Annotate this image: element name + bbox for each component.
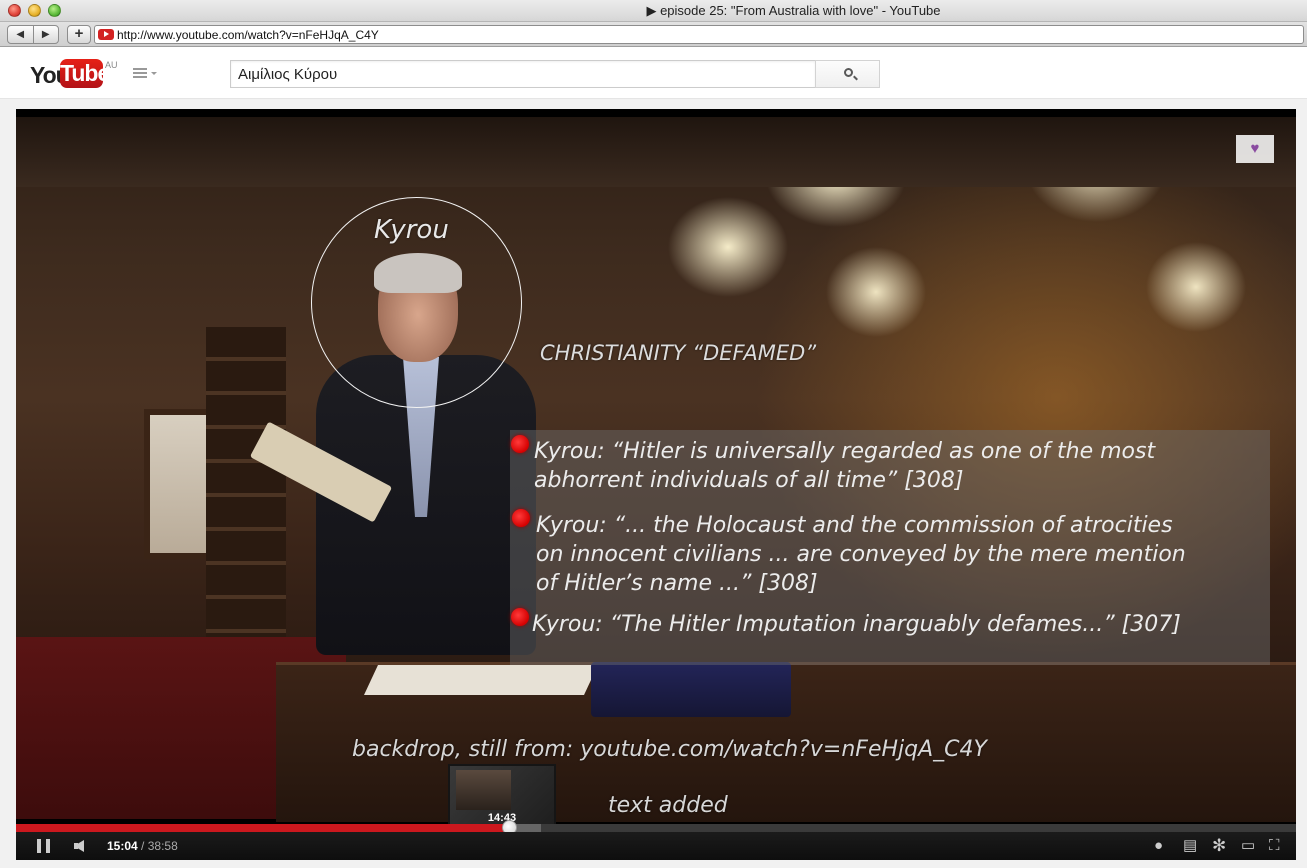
preview-image bbox=[456, 770, 511, 810]
desk-papers bbox=[364, 665, 598, 695]
guide-menu-icon[interactable] bbox=[133, 68, 157, 78]
bullet-icon bbox=[511, 608, 529, 626]
quote-1-line-2: abhorrent individuals of all time” [308] bbox=[534, 468, 964, 493]
settings-gear-icon[interactable]: ✻ bbox=[1212, 837, 1226, 854]
bullet-icon bbox=[512, 509, 530, 527]
quote-2-line-3: of Hitler’s name ...” [308] bbox=[536, 571, 818, 596]
search-input[interactable]: Αιμίλιος Κύρου bbox=[230, 60, 816, 88]
video-player[interactable]: ♥ Kyrou CHRISTIANITY “DEFAMED” Kyrou: “H… bbox=[16, 109, 1296, 860]
search-value[interactable]: Αιμίλιος Κύρου bbox=[238, 66, 337, 83]
region-label: AU bbox=[105, 60, 118, 70]
bookcase bbox=[206, 327, 286, 667]
nav-buttons: ◀ ▶ bbox=[7, 25, 59, 44]
video-frame[interactable]: ♥ Kyrou CHRISTIANITY “DEFAMED” Kyrou: “H… bbox=[16, 117, 1296, 828]
fullscreen-icon[interactable]: ⛶ bbox=[1269, 838, 1280, 853]
youtube-favicon-icon bbox=[98, 29, 114, 40]
backdrop-credit: backdrop, still from: youtube.com/watch?… bbox=[352, 737, 987, 762]
preview-time: 14:43 bbox=[487, 812, 517, 824]
youtube-logo-tube[interactable]: Tube bbox=[60, 59, 110, 88]
search-icon bbox=[844, 68, 853, 77]
search-button[interactable] bbox=[815, 60, 880, 88]
watch-later-icon[interactable]: ● bbox=[1154, 838, 1163, 853]
scrub-preview-thumbnail: 14:43 bbox=[448, 764, 556, 828]
time-display: 15:04 / 38:58 bbox=[107, 839, 178, 853]
duration: 38:58 bbox=[147, 839, 178, 853]
pause-icon[interactable] bbox=[37, 839, 50, 853]
time-separator: / bbox=[137, 839, 148, 853]
volume-icon[interactable] bbox=[74, 840, 84, 852]
back-button[interactable]: ◀ bbox=[8, 26, 34, 43]
quote-3: Kyrou: “The Hitler Imputation inarguably… bbox=[532, 610, 1181, 639]
bullet-icon bbox=[511, 435, 529, 453]
theater-mode-icon[interactable]: ▭ bbox=[1241, 838, 1255, 853]
player-controls: 15:04 / 38:58 ● ▤ ✻ ▭ ⛶ bbox=[16, 832, 1296, 860]
name-label: Kyrou bbox=[374, 215, 449, 245]
browser-toolbar: ◀ ▶ + http://www.youtube.com/watch?v=nFe… bbox=[0, 22, 1307, 47]
address-text[interactable]: http://www.youtube.com/watch?v=nFeHJqA_C… bbox=[117, 28, 379, 42]
quote-2-line-2: on innocent civilians ... are conveyed b… bbox=[536, 542, 1186, 567]
text-added-label: text added bbox=[608, 793, 728, 818]
forward-button[interactable]: ▶ bbox=[34, 26, 59, 43]
balcony-railing bbox=[16, 117, 1296, 187]
progress-played bbox=[16, 824, 511, 832]
heart-icon[interactable]: ♥ bbox=[1236, 135, 1274, 163]
quote-2: Kyrou: “... the Holocaust and the commis… bbox=[536, 511, 1186, 598]
window-title: ▶ episode 25: "From Australia with love"… bbox=[646, 3, 941, 18]
youtube-header: You Tube AU Αιμίλιος Κύρου bbox=[0, 47, 1307, 99]
progress-bar[interactable] bbox=[16, 824, 1296, 832]
quote-3-line-1: Kyrou: “The Hitler Imputation inarguably… bbox=[532, 612, 1181, 637]
blue-book bbox=[591, 662, 791, 717]
address-field[interactable]: http://www.youtube.com/watch?v=nFeHJqA_C… bbox=[94, 25, 1304, 44]
quote-1: Kyrou: “Hitler is universally regarded a… bbox=[534, 437, 1155, 495]
heading-label: CHRISTIANITY “DEFAMED” bbox=[540, 341, 817, 365]
add-bookmark-button[interactable]: + bbox=[67, 25, 91, 44]
window-titlebar: ▶ episode 25: "From Australia with love"… bbox=[0, 0, 1307, 22]
current-time: 15:04 bbox=[107, 839, 138, 853]
captions-icon[interactable]: ▤ bbox=[1183, 838, 1197, 853]
quote-2-line-1: Kyrou: “... the Holocaust and the commis… bbox=[536, 513, 1173, 538]
quote-1-line-1: Kyrou: “Hitler is universally regarded a… bbox=[534, 439, 1156, 464]
